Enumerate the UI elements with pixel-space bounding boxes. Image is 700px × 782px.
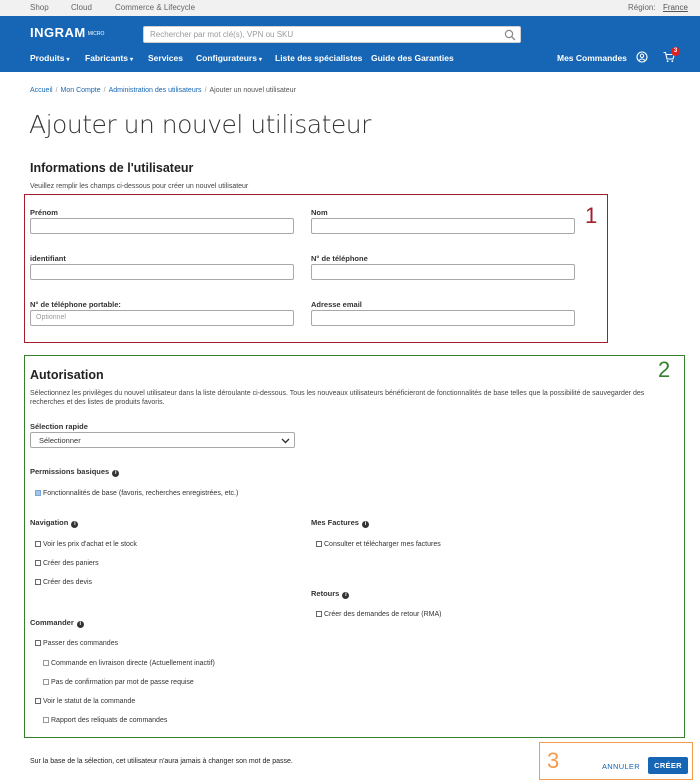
checkbox[interactable] — [316, 611, 322, 617]
breadcrumb-user-admin[interactable]: Administration des utilisateurs — [109, 87, 202, 94]
info-icon[interactable]: i — [112, 470, 120, 477]
nav-my-orders[interactable]: Mes Commandes — [557, 53, 627, 63]
checkbox[interactable] — [316, 541, 322, 547]
checkbox[interactable] — [35, 560, 41, 566]
email-label: Adresse email — [311, 300, 362, 309]
checkbox[interactable] — [43, 679, 49, 685]
password-note: Sur la base de la sélection, cet utilisa… — [30, 758, 293, 765]
info-icon[interactable]: i — [71, 521, 79, 528]
mobile-label: N° de téléphone portable: — [30, 300, 121, 309]
returns-title: Retours i — [311, 589, 350, 599]
last-name-field[interactable] — [311, 218, 575, 234]
topbar-link-cloud[interactable]: Cloud — [71, 3, 92, 12]
checkbox-no-password-confirm[interactable]: Pas de confirmation par mot de passe req… — [43, 679, 194, 686]
user-info-title: Informations de l'utilisateur — [30, 161, 194, 175]
info-icon[interactable]: i — [361, 521, 369, 528]
search-placeholder: Rechercher par mot clé(s), VPN ou SKU — [150, 30, 294, 39]
annotation-number-1: 1 — [585, 203, 598, 228]
login-label: identifiant — [30, 254, 66, 263]
checkbox-view-prices[interactable]: Voir les prix d'achat et le stock — [35, 541, 137, 548]
cancel-button[interactable]: ANNULER — [602, 762, 640, 771]
checkbox-returns[interactable]: Créer des demandes de retour (RMA) — [316, 611, 442, 618]
nav-services[interactable]: Services — [148, 53, 183, 63]
topbar-link-commerce[interactable]: Commerce & Lifecycle — [115, 3, 195, 12]
info-icon[interactable]: i — [76, 621, 84, 628]
phone-field[interactable] — [311, 264, 575, 280]
authorization-title: Autorisation — [30, 368, 104, 382]
checkbox-create-carts[interactable]: Créer des paniers — [35, 560, 99, 567]
main-navbar: INGRAM MICRO Rechercher par mot clé(s), V… — [0, 16, 700, 72]
basic-permissions-title: Permissions basiques i — [30, 467, 120, 477]
ordering-title: Commander i — [30, 618, 84, 628]
checkbox-create-quotes[interactable]: Créer des devis — [35, 579, 92, 586]
last-name-label: Nom — [311, 208, 328, 217]
utility-bar: Shop Cloud Commerce & Lifecycle Région: … — [0, 0, 700, 16]
logo-text: INGRAM — [30, 25, 86, 40]
email-field[interactable] — [311, 310, 575, 326]
checkbox[interactable] — [35, 698, 41, 704]
first-name-field[interactable] — [30, 218, 294, 234]
mobile-field[interactable]: Optionnel — [30, 310, 294, 326]
user-info-hint: Veuillez remplir les champs ci-dessous p… — [30, 183, 249, 190]
checkbox[interactable] — [43, 660, 49, 666]
nav-configurators[interactable]: Configurateurs ▾ — [196, 53, 262, 63]
checkbox-order-status[interactable]: Voir le statut de la commande — [35, 698, 135, 705]
topbar-link-shop[interactable]: Shop — [30, 3, 49, 12]
nav-products[interactable]: Produits ▾ — [30, 53, 70, 63]
checkbox[interactable] — [35, 541, 41, 547]
info-icon[interactable]: i — [342, 592, 350, 599]
checkbox[interactable] — [43, 717, 49, 723]
cart-count-badge: 3 — [671, 47, 680, 56]
logo-subtext: MICRO — [87, 30, 105, 37]
checkbox-checked[interactable] — [35, 490, 41, 496]
login-field[interactable] — [30, 264, 294, 280]
checkbox-basic-features[interactable]: Fonctionnalités de base (favoris, recher… — [35, 490, 238, 497]
annotation-number-2: 2 — [658, 357, 671, 382]
search-input[interactable]: Rechercher par mot clé(s), VPN ou SKU — [143, 26, 521, 43]
chevron-down-icon: ▾ — [258, 57, 262, 63]
navigation-title: Navigation i — [30, 518, 79, 528]
quick-select-value: Sélectionner — [39, 436, 81, 445]
breadcrumb-account[interactable]: Mon Compte — [61, 87, 101, 94]
chevron-down-icon: ▾ — [66, 57, 70, 63]
checkbox-invoices[interactable]: Consulter et télécharger mes factures — [316, 541, 441, 548]
quick-select-label: Sélection rapide — [30, 422, 88, 431]
checkbox[interactable] — [35, 640, 41, 646]
brand-logo[interactable]: INGRAM MICRO — [30, 25, 104, 40]
authorization-description: Sélectionnez les privilèges du nouvel ut… — [30, 390, 645, 406]
chevron-down-icon — [281, 438, 290, 444]
nav-specialists[interactable]: Liste des spécialistes — [275, 53, 362, 63]
user-account-icon[interactable] — [636, 51, 648, 63]
mobile-placeholder: Optionnel — [36, 314, 66, 321]
checkbox-drop-ship[interactable]: Commande en livraison directe (Actuellem… — [43, 660, 215, 667]
first-name-label: Prénom — [30, 208, 58, 217]
phone-label: N° de téléphone — [311, 254, 368, 263]
checkbox-backorder-report[interactable]: Rapport des reliquats de commandes — [43, 717, 167, 724]
nav-warranty-guide[interactable]: Guide des Garanties — [371, 53, 454, 63]
create-button[interactable]: CRÉER — [648, 757, 688, 774]
annotation-number-3: 3 — [547, 748, 560, 773]
search-icon[interactable] — [504, 29, 516, 41]
checkbox-place-orders[interactable]: Passer des commandes — [35, 640, 118, 647]
nav-manufacturers[interactable]: Fabricants ▾ — [85, 53, 133, 63]
breadcrumb-current: Ajouter un nouvel utilisateur — [209, 87, 296, 94]
region-selector[interactable]: France — [663, 3, 688, 12]
page-title: Ajouter un nouvel utilisateur — [29, 110, 371, 139]
checkbox[interactable] — [35, 579, 41, 585]
quick-select-dropdown[interactable]: Sélectionner — [30, 432, 295, 448]
breadcrumb: Accueil / Mon Compte / Administration des ut… — [30, 87, 296, 94]
breadcrumb-home[interactable]: Accueil — [30, 87, 53, 94]
chevron-down-icon: ▾ — [130, 57, 134, 63]
invoices-title: Mes Factures i — [311, 518, 369, 528]
region-label: Région: — [628, 3, 656, 12]
